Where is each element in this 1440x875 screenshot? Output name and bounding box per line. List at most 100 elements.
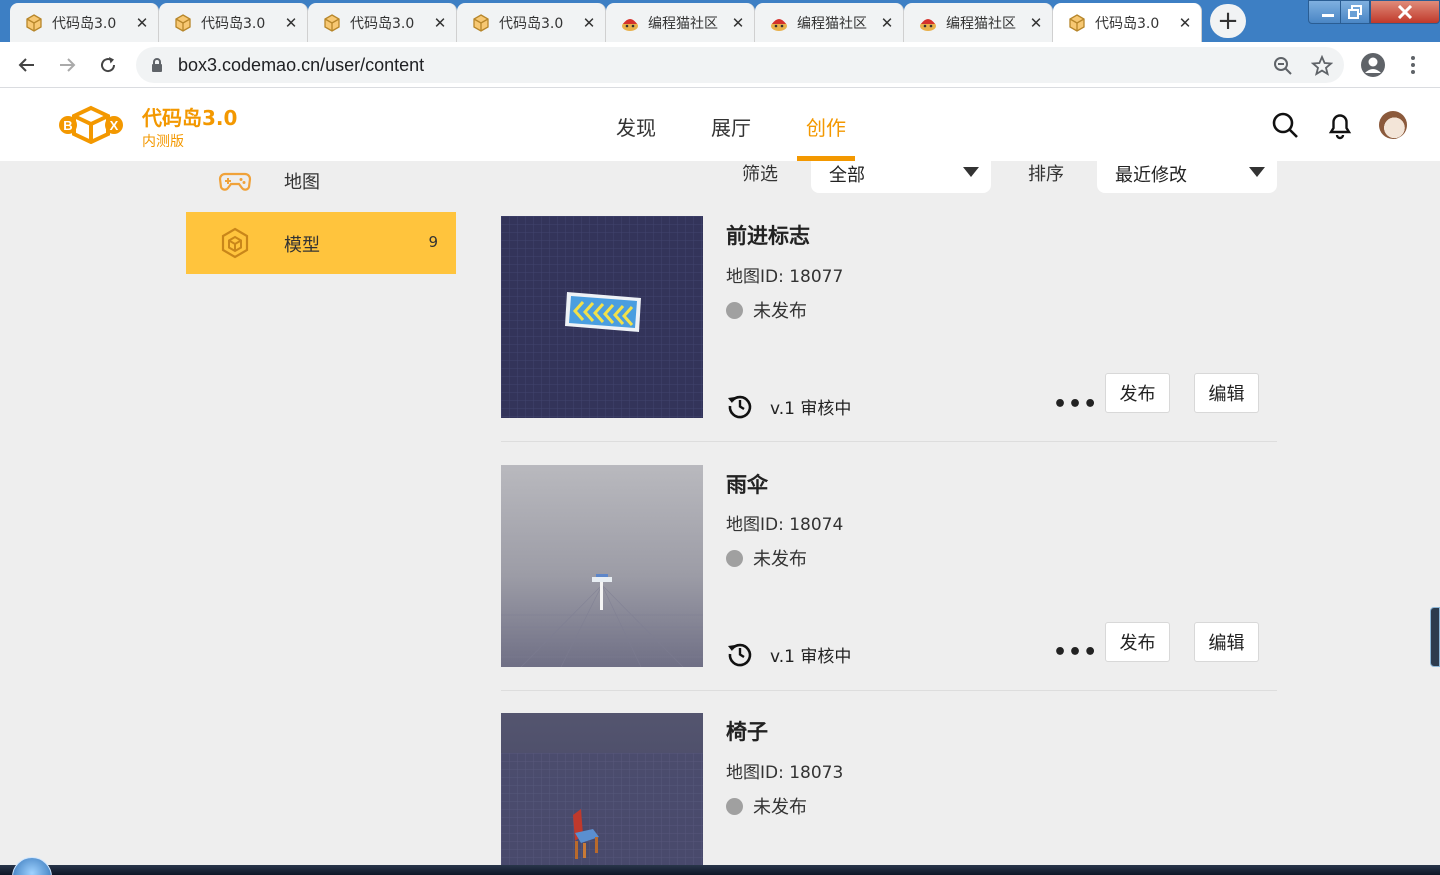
close-tab-icon[interactable]: ✕: [879, 15, 895, 31]
browser-tab[interactable]: 代码岛3.0 ✕: [457, 3, 606, 42]
publish-button[interactable]: 发布: [1105, 622, 1170, 662]
browser-tab-strip: 代码岛3.0 ✕ 代码岛3.0 ✕ 代码岛3.0 ✕ 代码岛3.0 ✕ 编程猫社…: [0, 0, 1440, 42]
version-text: v.1 审核中: [770, 398, 852, 419]
brand-subtitle: 内测版: [142, 134, 184, 150]
window-close-button[interactable]: [1370, 0, 1440, 24]
publish-button[interactable]: 发布: [1105, 373, 1170, 413]
close-icon: [1397, 5, 1413, 19]
reload-button[interactable]: [95, 52, 121, 78]
caret-down-icon: [1249, 167, 1265, 177]
caret-down-icon: [963, 167, 979, 177]
close-tab-icon[interactable]: ✕: [283, 15, 299, 31]
filter-select-value: 全部: [829, 165, 865, 186]
back-button[interactable]: [14, 52, 40, 78]
browser-tab[interactable]: 代码岛3.0 ✕: [159, 3, 308, 42]
version-text: v.1 审核中: [770, 646, 852, 667]
edit-button[interactable]: 编辑: [1194, 373, 1259, 413]
model-thumbnail[interactable]: [501, 216, 703, 418]
minimize-icon: [1322, 14, 1334, 17]
close-tab-icon[interactable]: ✕: [730, 15, 746, 31]
box3-logo[interactable]: B X: [58, 104, 124, 144]
arrow-right-icon: [60, 58, 76, 72]
brand-name: 代码岛3.0: [142, 106, 238, 130]
model-thumbnail[interactable]: [501, 465, 703, 667]
close-tab-icon[interactable]: ✕: [1177, 15, 1193, 31]
tab-title: 代码岛3.0: [52, 15, 117, 32]
lock-icon: [152, 58, 162, 72]
card-status: 未发布: [726, 793, 807, 819]
star-icon[interactable]: [1311, 55, 1333, 77]
tab-title: 编程猫社区: [648, 15, 718, 32]
tab-title: 代码岛3.0: [350, 15, 415, 32]
box-icon: [1069, 13, 1085, 32]
tab-title: 编程猫社区: [797, 15, 867, 32]
restore-icon: [1348, 5, 1362, 19]
search-icon[interactable]: [1270, 110, 1300, 140]
close-tab-icon[interactable]: ✕: [1028, 15, 1044, 31]
card-map-id: 地图ID: 18074: [726, 515, 844, 535]
browser-tab[interactable]: 代码岛3.0 ✕: [10, 3, 159, 42]
more-options-icon[interactable]: •••: [1053, 640, 1098, 665]
nav-gallery[interactable]: 展厅: [711, 112, 751, 141]
nav-discover[interactable]: 发现: [616, 112, 656, 141]
side-scroll-handle[interactable]: [1430, 607, 1440, 667]
box-icon: [473, 13, 489, 32]
nav-create[interactable]: 创作: [806, 112, 846, 141]
tab-title: 代码岛3.0: [201, 15, 266, 32]
arrow-left-icon: [18, 58, 34, 72]
user-avatar[interactable]: [1379, 111, 1407, 139]
browser-tab-active[interactable]: 代码岛3.0 ✕: [1053, 3, 1202, 42]
close-tab-icon[interactable]: ✕: [581, 15, 597, 31]
close-tab-icon[interactable]: ✕: [432, 15, 448, 31]
zoom-icon[interactable]: [1272, 55, 1294, 77]
kebab-menu-icon[interactable]: [1404, 54, 1422, 76]
sidebar-item-model[interactable]: 模型 9: [186, 212, 456, 274]
model-thumbnail[interactable]: [501, 713, 703, 865]
sidebar-item-label: 模型: [284, 235, 320, 256]
status-dot: [726, 549, 743, 567]
sidebar-item-count: 9: [428, 233, 438, 251]
sort-label: 排序: [1028, 164, 1064, 185]
card-divider: [501, 690, 1277, 691]
new-tab-button[interactable]: +: [1210, 4, 1246, 38]
sort-select[interactable]: 最近修改: [1097, 161, 1277, 193]
gamepad-icon: [218, 172, 252, 191]
card-title: 椅子: [726, 720, 768, 744]
browser-toolbar: box3.codemao.cn/user/content: [0, 42, 1440, 88]
card-status: 未发布: [726, 297, 807, 323]
box-icon: [26, 13, 42, 32]
codemao-icon: [771, 18, 787, 31]
card-title: 雨伞: [726, 473, 768, 497]
forward-button[interactable]: [54, 52, 80, 78]
filter-select[interactable]: 全部: [811, 161, 991, 193]
chair-image: [501, 713, 703, 865]
arrow-sign-image: [501, 216, 703, 418]
card-map-id: 地图ID: 18077: [726, 267, 844, 287]
filter-label: 筛选: [742, 164, 778, 185]
status-text: 未发布: [753, 301, 807, 322]
close-tab-icon[interactable]: ✕: [134, 15, 150, 31]
more-options-icon[interactable]: •••: [1053, 392, 1098, 417]
cube-icon: [221, 227, 249, 259]
content-card: 前进标志 地图ID: 18077 未发布 v.1 审核中 ••• 发布 编辑: [501, 216, 1277, 442]
browser-tab[interactable]: 编程猫社区 ✕: [606, 3, 755, 42]
browser-tab[interactable]: 编程猫社区 ✕: [755, 3, 904, 42]
codemao-icon: [622, 18, 638, 31]
address-bar[interactable]: box3.codemao.cn/user/content: [136, 47, 1344, 83]
card-status: 未发布: [726, 545, 807, 571]
start-button[interactable]: [12, 857, 52, 875]
os-taskbar: [0, 865, 1440, 875]
card-map-id: 地图ID: 18073: [726, 763, 844, 783]
content-card: 椅子 地图ID: 18073 未发布: [501, 713, 1277, 865]
logo-letter-x: X: [110, 118, 119, 133]
content-card: 雨伞 地图ID: 18074 未发布 v.1 审核中 ••• 发布 编辑: [501, 465, 1277, 691]
card-version: v.1 审核中: [726, 640, 851, 668]
profile-icon[interactable]: [1360, 52, 1386, 78]
browser-tab[interactable]: 代码岛3.0 ✕: [308, 3, 457, 42]
browser-tab[interactable]: 编程猫社区 ✕: [904, 3, 1053, 42]
status-text: 未发布: [753, 549, 807, 570]
bell-icon[interactable]: [1325, 110, 1355, 140]
edit-button[interactable]: 编辑: [1194, 622, 1259, 662]
window-maximize-button[interactable]: [1340, 0, 1370, 24]
sidebar-item-map[interactable]: 地图: [186, 149, 456, 211]
